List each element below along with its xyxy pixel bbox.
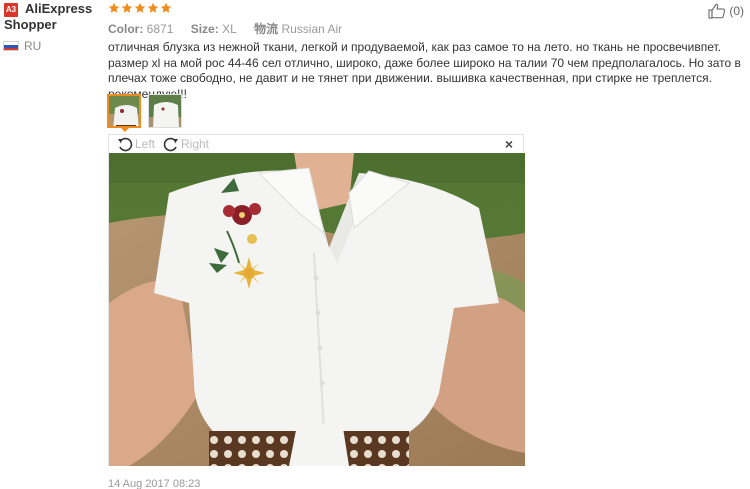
review-photo-thumbnail-2[interactable] <box>148 94 182 128</box>
rotate-left-button[interactable]: Left <box>117 136 155 152</box>
russia-flag-icon <box>3 41 19 51</box>
buyer-country: RU <box>24 39 42 53</box>
active-thumbnail-caret-icon <box>120 127 130 132</box>
rotate-right-label: Right <box>181 137 210 151</box>
rotate-right-icon <box>163 137 178 152</box>
review-photo-image <box>109 153 525 466</box>
color-value: 6871 <box>146 22 174 36</box>
buyer-name-line1: AliExpress <box>25 1 93 16</box>
helpful-button[interactable]: (0) <box>708 3 744 19</box>
shipping-value: Russian Air <box>281 22 343 36</box>
star-icon <box>160 2 172 13</box>
photo-viewer: Left Right × <box>108 134 525 466</box>
star-icon <box>108 2 120 13</box>
star-icon <box>121 2 133 13</box>
star-icon <box>134 2 146 13</box>
order-attributes: Color: 6871 Size: XL 物流 Russian Air <box>108 20 356 37</box>
thumbs-up-icon <box>708 3 726 19</box>
review-photo-large <box>109 153 525 466</box>
rotate-left-icon <box>118 137 133 152</box>
rotate-left-label: Left <box>135 137 156 151</box>
shipping-label: 物流 <box>254 22 279 36</box>
review-text: отличная блузка из нежной ткани, легкой … <box>108 40 741 101</box>
size-label: Size: <box>190 22 219 36</box>
helpful-count: (0) <box>729 4 744 18</box>
color-label: Color: <box>108 22 144 36</box>
photo-viewer-toolbar: Left Right × <box>109 135 523 153</box>
photo-thumbnail-image <box>149 95 181 127</box>
review-date: 14 Aug 2017 08:23 <box>108 478 201 489</box>
size-value: XL <box>222 22 237 36</box>
buyer-name[interactable]: AliExpress Shopper <box>4 1 104 33</box>
star-icon <box>147 2 159 13</box>
rotate-right-button[interactable]: Right <box>163 136 209 152</box>
close-viewer-button[interactable]: × <box>505 136 513 152</box>
rating-stars <box>108 2 172 16</box>
review-photo-thumbnail-1[interactable] <box>107 94 141 128</box>
photo-thumbnail-image <box>109 96 139 126</box>
buyer-name-line2: Shopper <box>4 17 57 32</box>
